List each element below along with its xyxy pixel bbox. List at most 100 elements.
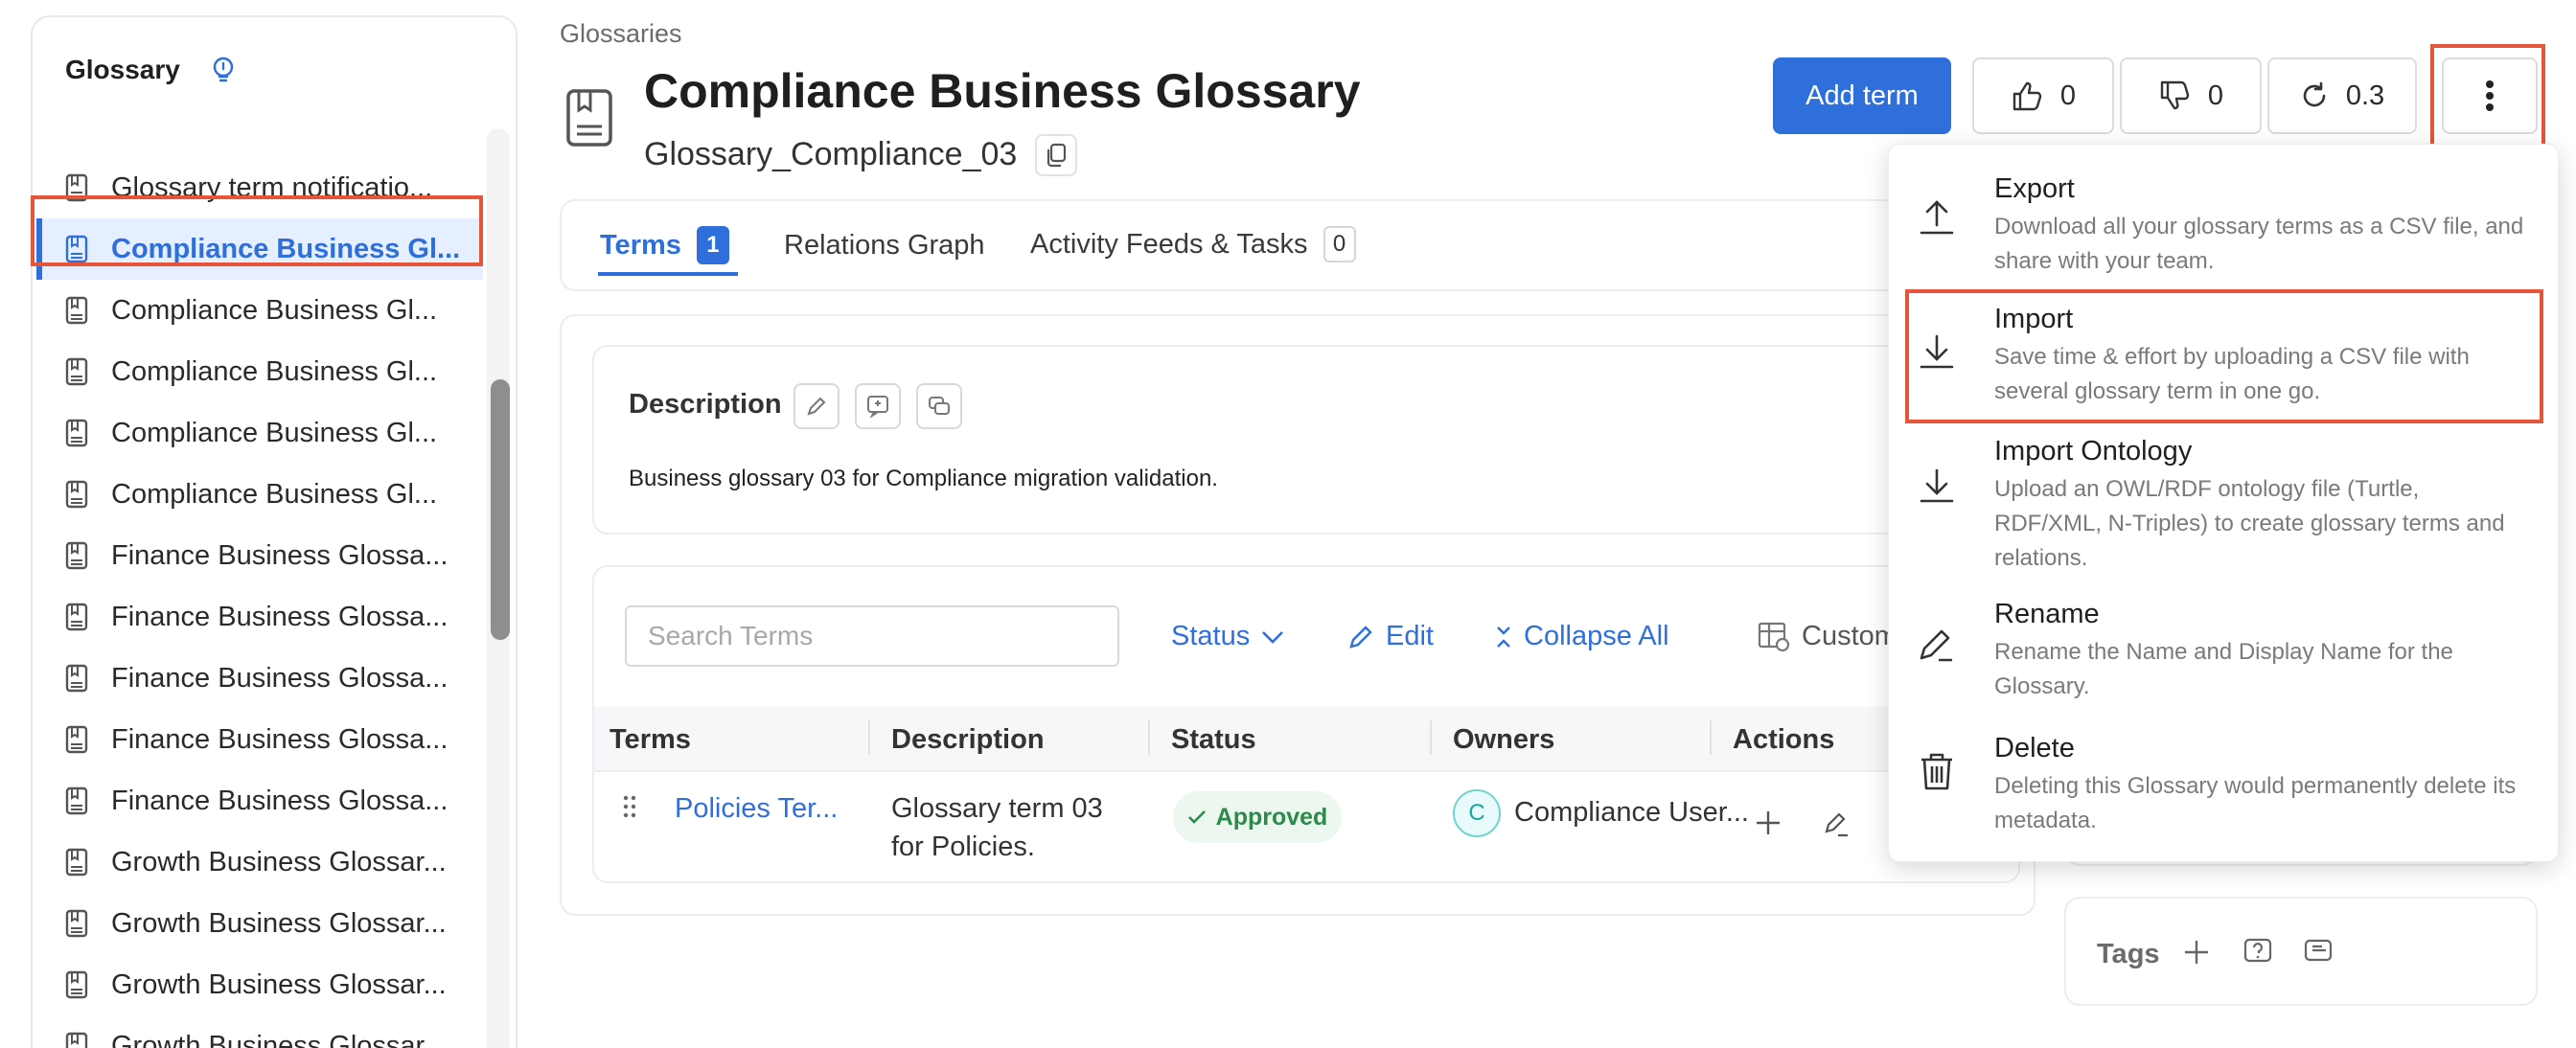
edit-terms-button[interactable]: Edit	[1347, 621, 1434, 652]
like-count: 0	[2059, 80, 2077, 111]
sidebar-item[interactable]: Growth Business Glossar...	[36, 1015, 483, 1048]
menu-item-delete[interactable]: Delete Deleting this Glossary would perm…	[1889, 719, 2560, 863]
sidebar-header: Glossary	[65, 54, 240, 86]
menu-item-title: Import	[1994, 304, 2074, 334]
menu-item-rename[interactable]: Rename Rename the Name and Display Name …	[1889, 585, 2560, 719]
drag-handle-icon[interactable]	[623, 795, 636, 818]
collapse-all-button[interactable]: Collapse All	[1495, 621, 1669, 652]
active-tab-indicator	[598, 272, 738, 276]
menu-item-description: Rename the Name and Display Name for the…	[1994, 639, 2453, 699]
sidebar-item[interactable]: Finance Business Glossa...	[36, 770, 483, 832]
add-term-button[interactable]: Add term	[1773, 57, 1951, 134]
glossary-doc-icon	[65, 296, 88, 325]
customize-columns-button[interactable]: Custom	[1758, 621, 1898, 652]
edit-description-button[interactable]	[794, 383, 840, 429]
edit-term-icon[interactable]	[1823, 810, 1850, 837]
sidebar-list: Glossary term notificatio... Compliance …	[33, 119, 483, 1048]
sidebar-item[interactable]: Finance Business Glossa...	[36, 586, 483, 648]
column-separator	[1430, 720, 1432, 755]
edit-icon	[1920, 629, 1952, 662]
sidebar-item-label: Growth Business Glossar...	[111, 1030, 447, 1048]
history-icon	[2303, 81, 2326, 107]
sidebar-item-label: Growth Business Glossar...	[111, 846, 447, 877]
sidebar-item[interactable]: Compliance Business Gl...	[36, 464, 483, 525]
tab-relations-graph[interactable]: Relations Graph	[784, 230, 985, 262]
status-filter-button[interactable]: Status	[1171, 621, 1284, 652]
description-text: Business glossary 03 for Compliance migr…	[629, 466, 1218, 491]
sidebar-item[interactable]: Compliance Business Gl...	[36, 280, 483, 341]
sidebar-item-label: Finance Business Glossa...	[111, 723, 448, 755]
sidebar-item-label: Finance Business Glossa...	[111, 539, 448, 571]
menu-item-export[interactable]: Export Download all your glossary terms …	[1889, 145, 2560, 288]
sidebar-item[interactable]: Finance Business Glossa...	[36, 709, 483, 770]
version-button[interactable]: 0.3	[2267, 57, 2417, 134]
tags-conversation-icon[interactable]	[2302, 935, 2336, 969]
menu-item-description: Download all your glossary terms as a CS…	[1994, 214, 2524, 274]
request-tags-icon[interactable]	[2241, 935, 2275, 969]
request-description-button[interactable]	[855, 383, 901, 429]
conversation-button[interactable]	[916, 383, 962, 429]
sidebar-item[interactable]: Glossary term notificatio...	[36, 157, 483, 218]
glossary-doc-icon	[65, 909, 88, 938]
menu-item-description: Save time & effort by uploading a CSV fi…	[1994, 344, 2470, 404]
sidebar-scroll-thumb[interactable]	[491, 379, 510, 640]
dislike-button[interactable]: 0	[2120, 57, 2262, 134]
glossary-doc-icon	[65, 664, 88, 693]
status-label: Approved	[1215, 803, 1328, 831]
page-title: Compliance Business Glossary	[644, 64, 1361, 118]
avatar: C	[1453, 789, 1501, 837]
add-tag-icon[interactable]	[2179, 935, 2214, 969]
glossary-sidebar: Glossary Glossary term notificatio... Co…	[31, 15, 518, 1048]
sidebar-item-label: Glossary term notificatio...	[111, 171, 433, 203]
sidebar-item[interactable]: Compliance Business Gl...	[36, 402, 483, 464]
breadcrumb[interactable]: Glossaries	[560, 19, 682, 49]
sidebar-item-label: Compliance Business Gl...	[111, 294, 438, 326]
thumbs-up-icon	[2012, 81, 2042, 111]
sidebar-item-label: Growth Business Glossar...	[111, 968, 447, 1000]
sidebar-title: Glossary	[65, 55, 180, 84]
sidebar-item[interactable]: Compliance Business Gl...	[36, 341, 483, 402]
glossary-doc-icon	[65, 235, 88, 263]
tab-terms[interactable]: Terms 1	[600, 226, 729, 264]
menu-item-title: Import Ontology	[1994, 436, 2193, 467]
lightbulb-icon[interactable]	[207, 54, 240, 86]
add-child-term-icon[interactable]	[1754, 809, 1782, 837]
sidebar-item[interactable]: Growth Business Glossar...	[36, 954, 483, 1015]
terms-count-badge: 1	[696, 226, 729, 264]
sidebar-item[interactable]: Finance Business Glossa...	[36, 525, 483, 586]
glossary-doc-icon	[65, 786, 88, 815]
tab-activity-feeds[interactable]: Activity Feeds & Tasks 0	[1030, 226, 1356, 262]
glossary-doc-icon	[65, 725, 88, 754]
more-actions-button[interactable]	[2442, 57, 2538, 134]
glossary-fqn: Glossary_Compliance_03	[644, 136, 1018, 172]
activity-count-badge: 0	[1322, 226, 1356, 262]
chevron-down-icon	[1262, 630, 1284, 644]
owner-name[interactable]: Compliance User...	[1514, 797, 1749, 829]
message-question-icon	[867, 396, 888, 418]
menu-item-description: Upload an OWL/RDF ontology file (Turtle,…	[1994, 476, 2505, 571]
menu-item-import[interactable]: Import Save time & effort by uploading a…	[1889, 288, 2560, 422]
sidebar-item[interactable]: Growth Business Glossar...	[36, 893, 483, 954]
term-link[interactable]: Policies Ter...	[675, 793, 838, 825]
version-number: 0.3	[2345, 80, 2385, 111]
status-filter-label: Status	[1171, 621, 1251, 651]
menu-item-title: Delete	[1994, 733, 2075, 763]
menu-item-import-ontology[interactable]: Import Ontology Upload an OWL/RDF ontolo…	[1889, 422, 2560, 585]
sidebar-item[interactable]: Finance Business Glossa...	[36, 648, 483, 709]
trash-icon	[1921, 753, 1952, 790]
kebab-menu-icon	[2486, 80, 2494, 111]
thumbs-down-icon	[2160, 80, 2190, 110]
column-header-status: Status	[1171, 724, 1256, 755]
glossary-doc-icon	[65, 173, 88, 202]
copy-button[interactable]	[1035, 134, 1077, 176]
sidebar-item[interactable]: Growth Business Glossar...	[36, 832, 483, 893]
download-icon	[1920, 334, 1954, 369]
sidebar-item-active[interactable]: Compliance Business Gl...	[36, 218, 483, 280]
sidebar-item-label: Finance Business Glossa...	[111, 662, 448, 694]
customize-label: Custom	[1802, 621, 1898, 651]
comments-icon	[929, 397, 950, 415]
search-terms-input[interactable]: Search Terms	[625, 605, 1119, 667]
column-header-actions: Actions	[1733, 724, 1835, 755]
like-button[interactable]: 0	[1972, 57, 2114, 134]
pencil-icon	[807, 397, 826, 416]
